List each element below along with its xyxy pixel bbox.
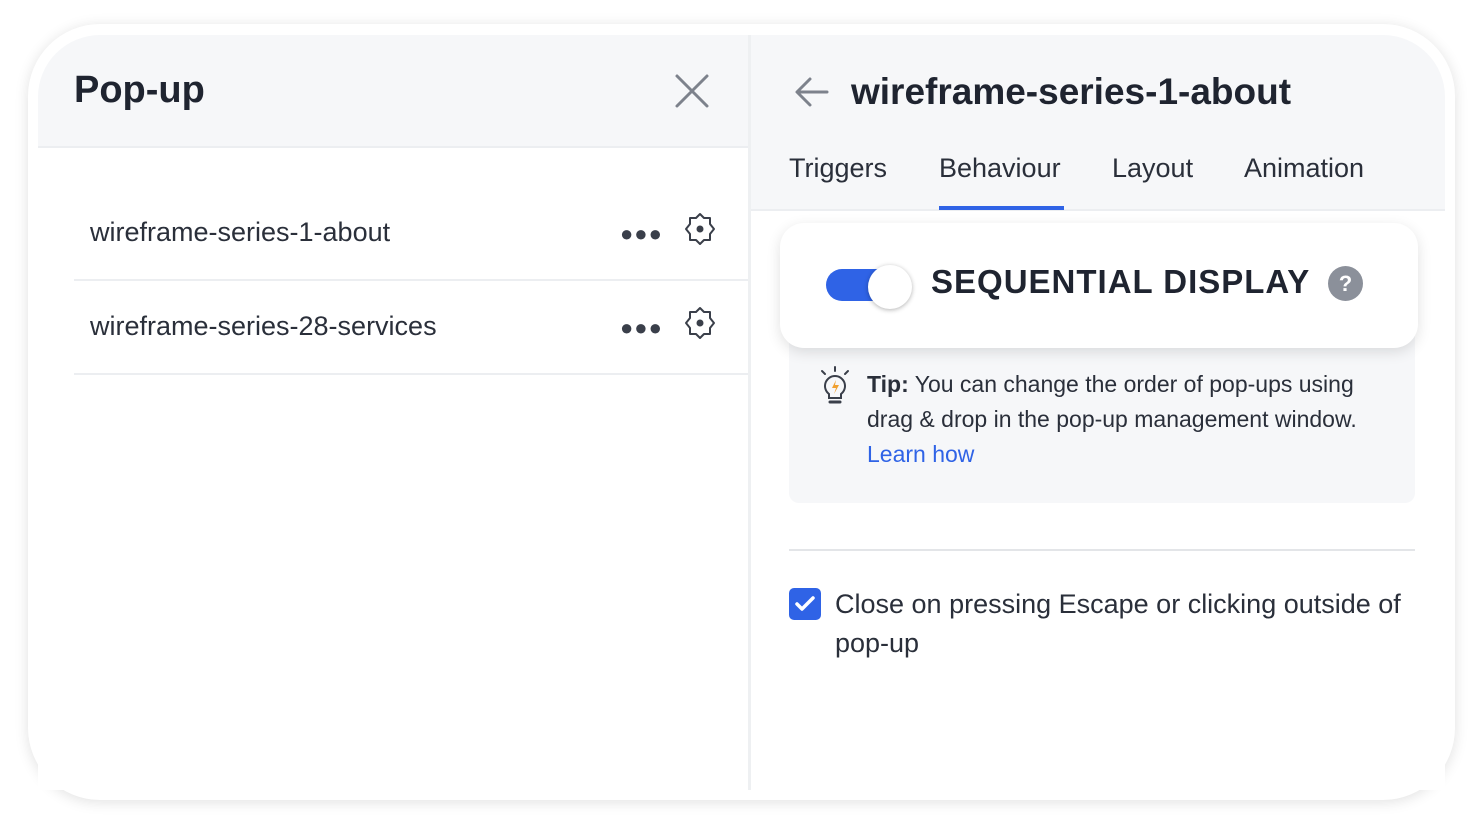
tab-animation[interactable]: Animation [1244, 153, 1364, 184]
tip-body: You can change the order of pop-ups usin… [867, 371, 1357, 432]
tab-triggers[interactable]: Triggers [789, 153, 887, 184]
more-horizontal-icon[interactable]: ●●● [620, 221, 663, 247]
help-icon[interactable]: ? [1328, 266, 1363, 301]
learn-how-link[interactable]: Learn how [867, 441, 974, 467]
lightbulb-icon [821, 366, 849, 404]
sequential-display-toggle[interactable] [826, 265, 912, 309]
sequential-display-card: SEQUENTIAL DISPLAY ? [780, 223, 1418, 348]
checkmark-icon [795, 596, 815, 611]
settings-header: wireframe-series-1-about Triggers Behavi… [751, 35, 1445, 211]
popup-manager: Pop-up wireframe-series-1-about ●●● wire… [38, 35, 1445, 790]
popup-list-panel: Pop-up wireframe-series-1-about ●●● wire… [38, 35, 748, 790]
popup-settings-panel: wireframe-series-1-about Triggers Behavi… [751, 35, 1445, 790]
settings-title: wireframe-series-1-about [851, 71, 1292, 112]
gear-icon[interactable] [682, 211, 718, 247]
panel-header: Pop-up [38, 35, 748, 148]
gear-icon[interactable] [682, 305, 718, 341]
list-item[interactable]: wireframe-series-28-services ●●● [74, 281, 748, 375]
more-horizontal-icon[interactable]: ●●● [620, 315, 663, 341]
divider [789, 549, 1415, 551]
close-on-escape-label[interactable]: Close on pressing Escape or clicking out… [835, 585, 1425, 663]
sequential-display-label: SEQUENTIAL DISPLAY [931, 263, 1311, 300]
popup-name: wireframe-series-1-about [90, 217, 391, 247]
toggle-knob [868, 265, 912, 309]
popup-name: wireframe-series-28-services [90, 311, 437, 341]
tab-layout[interactable]: Layout [1112, 153, 1193, 184]
panel-title: Pop-up [74, 69, 205, 111]
active-tab-indicator [939, 206, 1064, 210]
arrow-left-icon[interactable] [793, 75, 831, 109]
close-on-escape-checkbox[interactable] [789, 588, 821, 620]
tip-label: Tip: [867, 371, 909, 397]
list-item[interactable]: wireframe-series-1-about ●●● [74, 187, 748, 281]
tip-box: Tip: You can change the order of pop-ups… [789, 325, 1415, 503]
close-icon[interactable] [674, 73, 710, 109]
tab-behaviour[interactable]: Behaviour [939, 153, 1061, 184]
tip-text: Tip: You can change the order of pop-ups… [867, 367, 1397, 472]
